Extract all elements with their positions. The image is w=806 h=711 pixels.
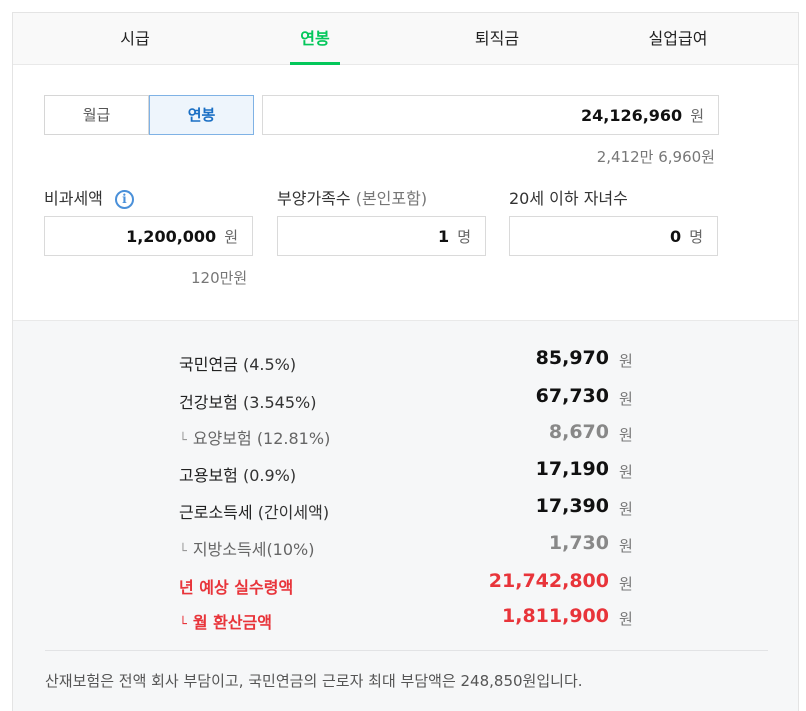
nontax-korean-amount: 120만원 — [191, 269, 248, 287]
result-row-health: 건강보험 (3.545%) 67,730 원 — [13, 385, 798, 412]
tree-branch-icon: └ — [179, 617, 187, 632]
result-row-pension: 국민연금 (4.5%) 85,970 원 — [13, 347, 798, 374]
result-unit: 원 — [619, 610, 633, 628]
result-name: └ 월 환산금액 — [179, 613, 272, 632]
tab-hourly[interactable]: 시급 — [75, 13, 195, 65]
result-amount: 1,730 — [548, 532, 609, 554]
children-value: 0 — [670, 226, 682, 246]
tab-unemployment[interactable]: 실업급여 — [618, 13, 738, 65]
annual-toggle-button[interactable]: 연봉 — [149, 95, 254, 135]
result-row-local-tax: └ 지방소득세(10%) 1,730 원 — [13, 532, 798, 559]
result-unit: 원 — [619, 426, 633, 444]
result-unit: 원 — [619, 390, 633, 408]
result-unit: 원 — [619, 500, 633, 518]
nontax-label-text: 비과세액 — [44, 189, 103, 208]
result-row-employment: 고용보험 (0.9%) 17,190 원 — [13, 458, 798, 485]
info-icon[interactable]: i — [114, 190, 134, 209]
dependents-label: 부양가족수 (본인포함) — [277, 185, 427, 209]
calculator-tabs: 시급 연봉 퇴직금 실업급여 — [13, 13, 798, 65]
result-amount: 21,742,800 — [488, 570, 609, 592]
result-amount: 1,811,900 — [502, 605, 609, 627]
children-label: 20세 이하 자녀수 — [509, 189, 628, 208]
result-row-monthly-net: └ 월 환산금액 1,811,900 원 — [13, 605, 798, 632]
salary-input[interactable]: 24,126,960 원 — [262, 95, 719, 135]
dependents-value: 1 — [438, 226, 450, 246]
divider — [45, 650, 768, 651]
deduction-results: 국민연금 (4.5%) 85,970 원 건강보험 (3.545%) 67,73… — [13, 320, 798, 711]
result-name: 국민연금 (4.5%) — [179, 355, 297, 374]
result-row-longterm-care: └ 요양보험 (12.81%) 8,670 원 — [13, 421, 798, 448]
result-unit: 원 — [619, 575, 633, 593]
nontax-label: 비과세액 i — [44, 185, 134, 209]
nontax-value: 1,200,000 — [126, 226, 217, 246]
result-name: └ 지방소득세(10%) — [179, 540, 315, 559]
tab-severance[interactable]: 퇴직금 — [437, 13, 557, 65]
salary-calculator: 시급 연봉 퇴직금 실업급여 월급 연봉 24,126,960 원 2,412만… — [12, 12, 799, 711]
nontax-input[interactable]: 1,200,000 원 — [44, 216, 253, 256]
dependents-label-text: 부양가족수 — [277, 189, 351, 208]
dependents-label-note: (본인포함) — [355, 189, 428, 208]
monthly-toggle-button[interactable]: 월급 — [44, 95, 149, 135]
tree-branch-icon: └ — [179, 433, 187, 448]
footnote: 산재보험은 전액 회사 부담이고, 국민연금의 근로자 최대 부담액은 248,… — [45, 672, 583, 690]
result-amount: 17,390 — [535, 495, 609, 517]
result-row-income-tax: 근로소득세 (간이세액) 17,390 원 — [13, 495, 798, 522]
result-name: 고용보험 (0.9%) — [179, 466, 297, 485]
result-unit: 원 — [619, 352, 633, 370]
nontax-unit: 원 — [224, 227, 238, 246]
result-unit: 원 — [619, 463, 633, 481]
children-input[interactable]: 0 명 — [509, 216, 718, 256]
result-amount: 8,670 — [548, 421, 609, 443]
result-amount: 17,190 — [535, 458, 609, 480]
salary-value: 24,126,960 — [580, 105, 683, 125]
result-row-annual-net: 년 예상 실수령액 21,742,800 원 — [13, 570, 798, 597]
salary-unit: 원 — [690, 106, 704, 125]
result-name: 건강보험 (3.545%) — [179, 393, 317, 412]
children-unit: 명 — [689, 227, 703, 246]
result-amount: 85,970 — [535, 347, 609, 369]
result-name: 근로소득세 (간이세액) — [179, 503, 330, 522]
result-amount: 67,730 — [535, 385, 609, 407]
dependents-input[interactable]: 1 명 — [277, 216, 486, 256]
result-name: 년 예상 실수령액 — [179, 578, 294, 597]
tree-branch-icon: └ — [179, 544, 187, 559]
result-unit: 원 — [619, 537, 633, 555]
result-name: └ 요양보험 (12.81%) — [179, 429, 331, 448]
salary-korean-amount: 2,412만 6,960원 — [596, 148, 715, 166]
dependents-unit: 명 — [457, 227, 471, 246]
tab-annual[interactable]: 연봉 — [255, 13, 375, 65]
